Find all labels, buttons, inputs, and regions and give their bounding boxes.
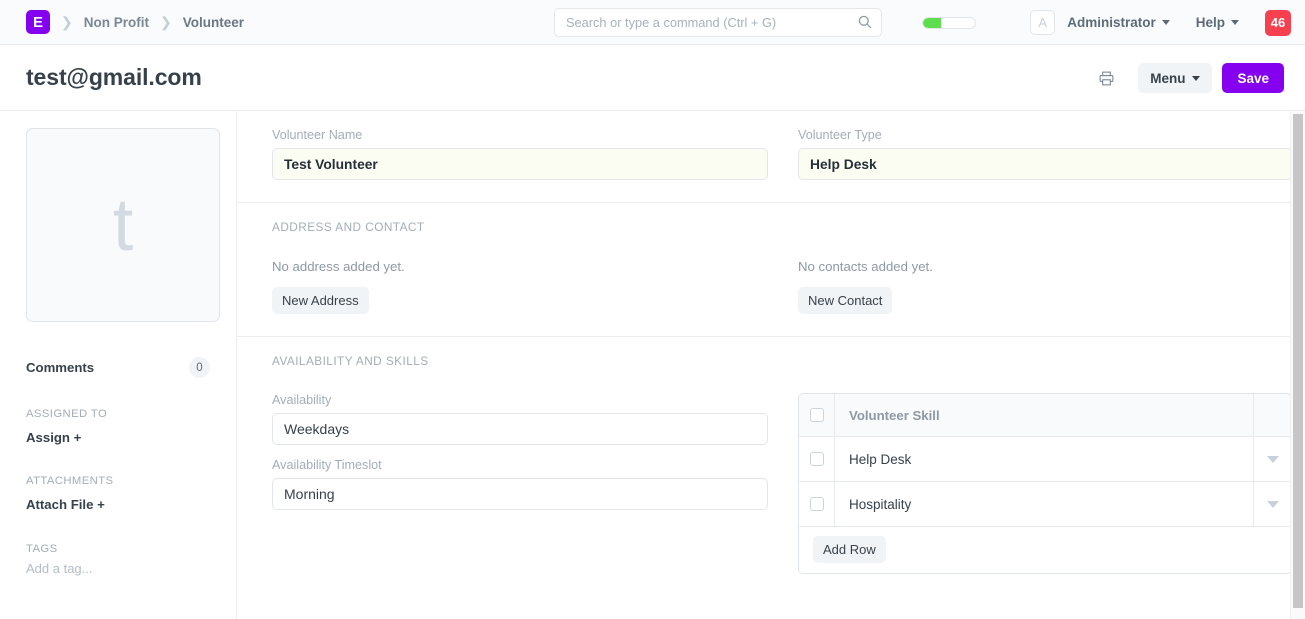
vertical-scrollbar-thumb[interactable] xyxy=(1293,114,1303,608)
column-header-volunteer-skill: Volunteer Skill xyxy=(835,394,1253,436)
row-select-cell[interactable] xyxy=(799,482,835,526)
availability-skills-heading: AVAILABILITY AND SKILLS xyxy=(272,354,1272,368)
table-row[interactable]: Help Desk xyxy=(799,437,1291,482)
availability-column: Availability Weekdays Availability Times… xyxy=(272,393,768,574)
setup-progress-fill xyxy=(923,18,941,28)
volunteer-skills-table: Volunteer Skill Help Desk xyxy=(798,393,1292,574)
vertical-scrollbar[interactable] xyxy=(1290,111,1305,619)
menu-button-label: Menu xyxy=(1150,71,1185,86)
help-menu-dropdown[interactable]: Help xyxy=(1196,15,1239,30)
address-contact-heading: ADDRESS AND CONTACT xyxy=(272,220,1272,234)
row-checkbox[interactable] xyxy=(810,452,824,466)
volunteer-name-input[interactable]: Test Volunteer xyxy=(272,148,768,180)
sidebar: t Comments 0 ASSIGNED TO Assign + ATTACH… xyxy=(0,111,237,619)
table-row[interactable]: Hospitality xyxy=(799,482,1291,527)
cell-volunteer-skill[interactable]: Hospitality xyxy=(835,482,1253,526)
assign-button[interactable]: Assign + xyxy=(26,430,210,445)
user-menu-label: Administrator xyxy=(1067,15,1156,30)
add-row-button[interactable]: Add Row xyxy=(813,536,886,563)
printer-icon xyxy=(1098,70,1115,87)
availability-timeslot-input[interactable]: Morning xyxy=(272,478,768,510)
chevron-down-icon xyxy=(1267,456,1279,463)
top-navbar: E ❯ Non Profit ❯ Volunteer A Administrat… xyxy=(0,0,1305,45)
row-expand-button[interactable] xyxy=(1253,482,1291,526)
breadcrumb-separator-icon: ❯ xyxy=(160,15,172,29)
attachments-heading: ATTACHMENTS xyxy=(26,475,210,487)
volunteer-type-input[interactable]: Help Desk xyxy=(798,148,1292,180)
tags-group: TAGS Add a tag... xyxy=(26,543,210,576)
assigned-to-heading: ASSIGNED TO xyxy=(26,408,210,420)
assigned-to-group: ASSIGNED TO Assign + xyxy=(26,408,210,445)
help-menu-label: Help xyxy=(1196,15,1225,30)
no-contacts-text: No contacts added yet. xyxy=(798,259,1292,274)
notification-badge[interactable]: 46 xyxy=(1265,10,1291,36)
attach-file-button[interactable]: Attach File + xyxy=(26,497,210,512)
breadcrumb-item-non-profit[interactable]: Non Profit xyxy=(84,15,149,30)
row-checkbox[interactable] xyxy=(810,497,824,511)
attachments-group: ATTACHMENTS Attach File + xyxy=(26,475,210,512)
skills-column: Volunteer Skill Help Desk xyxy=(798,393,1292,574)
comments-count-badge: 0 xyxy=(189,357,210,378)
availability-input[interactable]: Weekdays xyxy=(272,413,768,445)
address-column: No address added yet. New Address xyxy=(272,259,768,314)
select-all-checkbox[interactable] xyxy=(810,408,824,422)
header-action-cell xyxy=(1253,394,1291,436)
table-header-row: Volunteer Skill xyxy=(799,394,1291,437)
app-logo[interactable]: E xyxy=(26,10,50,34)
volunteer-type-label: Volunteer Type xyxy=(798,128,1292,142)
user-avatar[interactable]: A xyxy=(1030,10,1055,35)
main-content: Volunteer Name Test Volunteer Volunteer … xyxy=(237,111,1305,619)
field-volunteer-type: Volunteer Type Help Desk xyxy=(798,128,1292,180)
field-availability: Availability Weekdays xyxy=(272,393,768,445)
table-footer: Add Row xyxy=(799,527,1291,573)
chevron-down-icon xyxy=(1231,20,1239,25)
page-header-actions: Menu Save xyxy=(1092,45,1284,111)
section-availability-skills: AVAILABILITY AND SKILLS Availability Wee… xyxy=(237,337,1305,596)
chevron-down-icon xyxy=(1192,76,1200,81)
field-volunteer-name: Volunteer Name Test Volunteer xyxy=(272,128,768,180)
chevron-down-icon xyxy=(1267,501,1279,508)
availability-timeslot-label: Availability Timeslot xyxy=(272,458,768,472)
search-container xyxy=(554,8,882,37)
page-body: t Comments 0 ASSIGNED TO Assign + ATTACH… xyxy=(0,111,1305,619)
contact-column: No contacts added yet. New Contact xyxy=(798,259,1292,314)
volunteer-name-label: Volunteer Name xyxy=(272,128,768,142)
row-expand-button[interactable] xyxy=(1253,437,1291,481)
cell-volunteer-skill[interactable]: Help Desk xyxy=(835,437,1253,481)
print-button[interactable] xyxy=(1092,64,1120,92)
setup-progress-bar[interactable] xyxy=(922,17,976,29)
availability-label: Availability xyxy=(272,393,768,407)
comments-row[interactable]: Comments 0 xyxy=(26,357,210,378)
navbar-right-group: A Administrator Help 46 xyxy=(922,0,1291,45)
user-menu-dropdown[interactable]: Administrator xyxy=(1067,15,1170,30)
page-header: test@gmail.com Menu Save xyxy=(0,45,1305,111)
chevron-down-icon xyxy=(1162,20,1170,25)
field-availability-timeslot: Availability Timeslot Morning xyxy=(272,458,768,510)
tags-heading: TAGS xyxy=(26,543,210,555)
section-address-contact: ADDRESS AND CONTACT No address added yet… xyxy=(237,203,1305,337)
no-address-text: No address added yet. xyxy=(272,259,768,274)
breadcrumb-separator-icon: ❯ xyxy=(61,15,73,29)
breadcrumb-item-volunteer[interactable]: Volunteer xyxy=(183,15,244,30)
search-input[interactable] xyxy=(554,8,882,37)
select-all-cell[interactable] xyxy=(799,394,835,436)
menu-button[interactable]: Menu xyxy=(1138,63,1212,93)
new-contact-button[interactable]: New Contact xyxy=(798,287,892,314)
new-address-button[interactable]: New Address xyxy=(272,287,369,314)
save-button[interactable]: Save xyxy=(1222,63,1284,93)
section-basic-info: Volunteer Name Test Volunteer Volunteer … xyxy=(237,111,1305,203)
add-tag-input[interactable]: Add a tag... xyxy=(26,561,210,576)
row-select-cell[interactable] xyxy=(799,437,835,481)
record-avatar[interactable]: t xyxy=(26,128,220,322)
page-title: test@gmail.com xyxy=(26,64,202,91)
comments-label: Comments xyxy=(26,360,94,375)
